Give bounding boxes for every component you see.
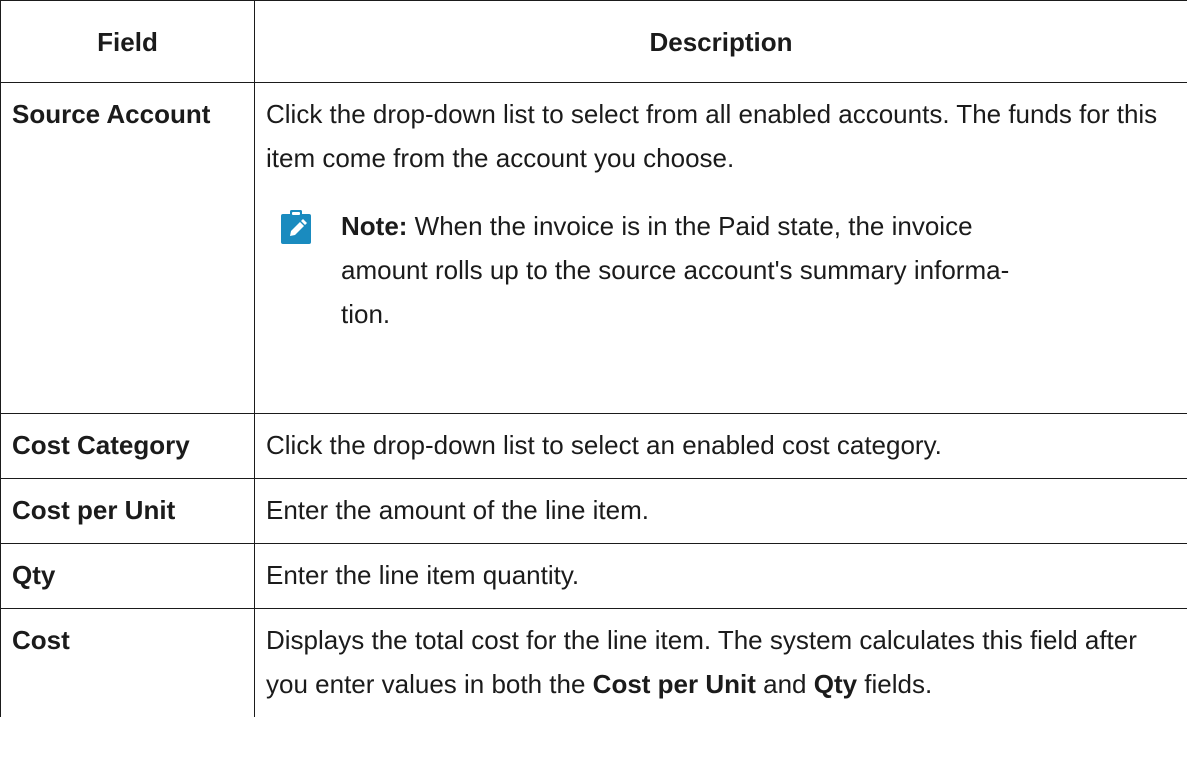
description-source-account: Click the drop-down list to select from … xyxy=(254,82,1187,414)
description-qty: Enter the line item quantity. xyxy=(254,543,1187,609)
fields-table: Field Description Source Account Click t… xyxy=(0,0,1187,717)
note-line-2: amount rolls up to the source account's … xyxy=(341,255,1010,285)
description-text: Click the drop-down list to select from … xyxy=(266,99,1158,173)
table-row: Qty Enter the line item quantity. xyxy=(0,543,1187,609)
field-name-source-account: Source Account xyxy=(0,82,255,414)
description-cost: Displays the total cost for the line ite… xyxy=(254,608,1187,717)
note-label: Note: xyxy=(341,211,408,241)
cost-desc-part-b: and xyxy=(755,669,814,699)
note-line-3: tion. xyxy=(341,299,391,329)
field-name-qty: Qty xyxy=(0,543,255,609)
header-description: Description xyxy=(254,0,1187,83)
note-text: Note: When the invoice is in the Paid st… xyxy=(341,204,1176,336)
table-row: Cost Displays the total cost for the lin… xyxy=(0,608,1187,717)
field-name-cost-per-unit: Cost per Unit xyxy=(0,478,255,544)
table-row: Cost Category Click the drop-down list t… xyxy=(0,413,1187,479)
note-line-1: When the invoice is in the Paid state, t… xyxy=(407,211,973,241)
field-name-cost: Cost xyxy=(0,608,255,717)
description-cost-category: Click the drop-down list to select an en… xyxy=(254,413,1187,479)
note-block: Note: When the invoice is in the Paid st… xyxy=(266,204,1176,350)
table-header-row: Field Description xyxy=(0,0,1187,83)
header-field: Field xyxy=(0,0,255,83)
field-name-cost-category: Cost Category xyxy=(0,413,255,479)
table-row: Cost per Unit Enter the amount of the li… xyxy=(0,478,1187,544)
cost-desc-bold-cost-per-unit: Cost per Unit xyxy=(592,669,756,699)
cost-desc-part-c: fields. xyxy=(857,669,933,699)
cost-desc-bold-qty: Qty xyxy=(813,669,858,699)
table-row: Source Account Click the drop-down list … xyxy=(0,82,1187,414)
description-cost-per-unit: Enter the amount of the line item. xyxy=(254,478,1187,544)
pencil-note-icon xyxy=(281,210,311,244)
